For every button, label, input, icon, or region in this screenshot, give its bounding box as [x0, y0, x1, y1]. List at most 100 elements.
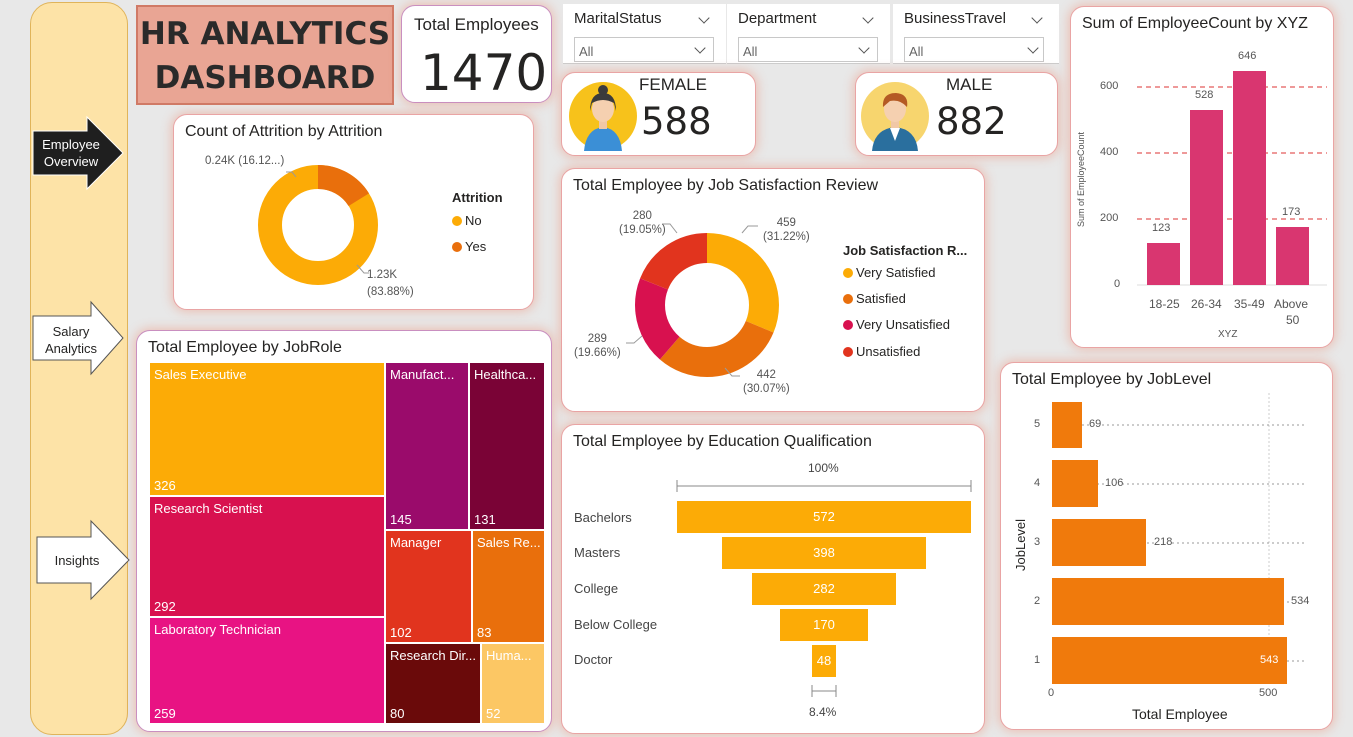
chevron-down-icon[interactable]	[862, 12, 874, 24]
sidebar: Employee Overview Salary Analytics Insig…	[30, 2, 130, 735]
total-employees-value: 1470	[420, 44, 548, 102]
x-axis-label: Total Employee	[1132, 706, 1228, 722]
funnel-label: Masters	[574, 545, 621, 560]
male-label: MALE	[946, 75, 993, 94]
data-label: 534	[1291, 595, 1310, 607]
bar-35-49[interactable]	[1233, 71, 1266, 285]
male-avatar-icon	[861, 82, 929, 151]
y-tick: 1	[1034, 654, 1041, 666]
label-very-unsatisfied: 289 (19.66%)	[574, 333, 621, 359]
dashboard-title: HR ANALYTICS DASHBOARD	[136, 5, 394, 105]
attrition-card: Count of Attrition by Attrition 0.24K (1…	[173, 114, 534, 310]
nav-insights[interactable]: Insights	[31, 519, 130, 601]
y-tick: 600	[1100, 80, 1119, 92]
legend-item-satisfied[interactable]: Satisfied	[843, 291, 906, 306]
chevron-down-icon[interactable]	[698, 12, 710, 24]
male-value: 882	[936, 100, 1007, 143]
legend-item-no[interactable]: No	[452, 213, 482, 228]
attrition-label-yes: 0.24K (16.12...)	[205, 155, 285, 167]
bar-level-4[interactable]	[1052, 460, 1098, 507]
bar-level-1[interactable]	[1052, 637, 1287, 684]
slicer-department[interactable]: Department All	[727, 4, 890, 64]
y-tick: 2	[1034, 595, 1041, 607]
nav-salary-analytics[interactable]: Salary Analytics	[31, 300, 127, 376]
x-tick: 0	[1048, 687, 1055, 699]
joblevel-card: Total Employee by JobLevel 5 4 3 2 1 69 …	[1000, 362, 1333, 730]
x-tick: 18-25	[1149, 297, 1180, 311]
slicer-value[interactable]: All	[574, 37, 714, 62]
data-label: 69	[1089, 418, 1102, 430]
data-label: 123	[1152, 222, 1171, 234]
funnel-label: College	[574, 581, 619, 596]
slicer-value[interactable]: All	[904, 37, 1044, 62]
slicer-marital-status[interactable]: MaritalStatus All	[563, 4, 726, 64]
slicer-label: Department	[738, 10, 817, 27]
treemap-cell-manager[interactable]: Manager 102	[385, 530, 472, 643]
funnel-bar-bachelors[interactable]: 572	[677, 501, 971, 533]
bar-level-3[interactable]	[1052, 519, 1146, 566]
data-label: 173	[1282, 206, 1301, 218]
treemap-cell-research-director[interactable]: Research Dir... 80	[385, 643, 481, 724]
bar-above-50[interactable]	[1276, 227, 1309, 285]
funnel-bar-masters[interactable]: 398	[722, 537, 926, 569]
legend-item-very-unsatisfied[interactable]: Very Unsatisfied	[843, 317, 950, 332]
slicer-business-travel[interactable]: BusinessTravel All	[893, 4, 1059, 64]
bar-26-34[interactable]	[1190, 110, 1223, 285]
y-axis-label: Sum of EmployeeCount	[1076, 131, 1086, 227]
label-unsatisfied: 280 (19.05%)	[619, 210, 666, 236]
funnel-bar-below-college[interactable]: 170	[780, 609, 868, 641]
slicer-label: BusinessTravel	[904, 10, 1006, 27]
female-value: 588	[641, 100, 712, 143]
female-label: FEMALE	[639, 75, 708, 94]
bar-18-25[interactable]	[1147, 243, 1180, 285]
total-employees-card: Total Employees 1470	[401, 5, 552, 103]
treemap-cell-sales-representative[interactable]: Sales Re... 83	[472, 530, 545, 643]
attrition-legend-title: Attrition	[452, 190, 503, 205]
female-card: FEMALE 588	[561, 72, 756, 156]
x-tick: 35-49	[1234, 297, 1265, 311]
y-tick: 200	[1100, 212, 1119, 224]
treemap-cell-research-scientist[interactable]: Research Scientist 292	[149, 496, 385, 617]
label-satisfied: 442 (30.07%)	[743, 369, 790, 395]
attrition-label-no-percent: (83.88%)	[367, 286, 414, 298]
label-very-satisfied: 459 (31.22%)	[763, 217, 810, 243]
funnel-bottom-percent: 8.4%	[809, 705, 837, 719]
funnel-label: Doctor	[574, 652, 613, 667]
y-tick: 3	[1034, 536, 1041, 548]
title-line1: HR ANALYTICS	[139, 16, 391, 52]
funnel-bar-college[interactable]: 282	[752, 573, 896, 605]
data-label: 528	[1195, 89, 1214, 101]
funnel-bar-doctor[interactable]: 48	[812, 645, 836, 677]
funnel-label: Below College	[574, 617, 658, 632]
data-label: 106	[1105, 477, 1124, 489]
y-tick: 400	[1100, 146, 1119, 158]
x-tick-line2: 50	[1286, 313, 1300, 327]
y-tick: 4	[1034, 477, 1041, 489]
y-tick: 0	[1114, 278, 1121, 290]
legend-item-very-satisfied[interactable]: Very Satisfied	[843, 265, 936, 280]
attrition-label-no-value: 1.23K	[367, 269, 398, 281]
nav-employee-overview-label: Employee Overview	[42, 137, 100, 169]
treemap-cell-human-resources[interactable]: Huma... 52	[481, 643, 545, 724]
data-label: 218	[1154, 536, 1173, 548]
y-tick: 5	[1034, 418, 1041, 430]
treemap-cell-manufacturing[interactable]: Manufact... 145	[385, 362, 469, 530]
treemap-cell-healthcare[interactable]: Healthca... 131	[469, 362, 545, 530]
data-label: 646	[1238, 50, 1257, 62]
x-axis-label: XYZ	[1218, 329, 1238, 340]
bar-level-5[interactable]	[1052, 402, 1082, 448]
data-label: 543	[1260, 654, 1279, 666]
legend-item-unsatisfied[interactable]: Unsatisfied	[843, 344, 920, 359]
chevron-down-icon[interactable]	[1031, 12, 1043, 24]
female-avatar-icon	[569, 82, 637, 151]
y-axis-label: JobLevel	[1013, 518, 1028, 571]
funnel-label: Bachelors	[574, 510, 632, 525]
treemap-cell-sales-executive[interactable]: Sales Executive 326	[149, 362, 385, 496]
bar-level-2[interactable]	[1052, 578, 1284, 625]
job-satisfaction-card: Total Employee by Job Satisfaction Revie…	[561, 168, 985, 412]
treemap-cell-laboratory-technician[interactable]: Laboratory Technician 259	[149, 617, 385, 724]
legend-item-yes[interactable]: Yes	[452, 239, 486, 254]
satisfaction-legend-title: Job Satisfaction R...	[843, 243, 968, 258]
slicer-value[interactable]: All	[738, 37, 878, 62]
nav-employee-overview[interactable]: Employee Overview	[31, 115, 127, 191]
